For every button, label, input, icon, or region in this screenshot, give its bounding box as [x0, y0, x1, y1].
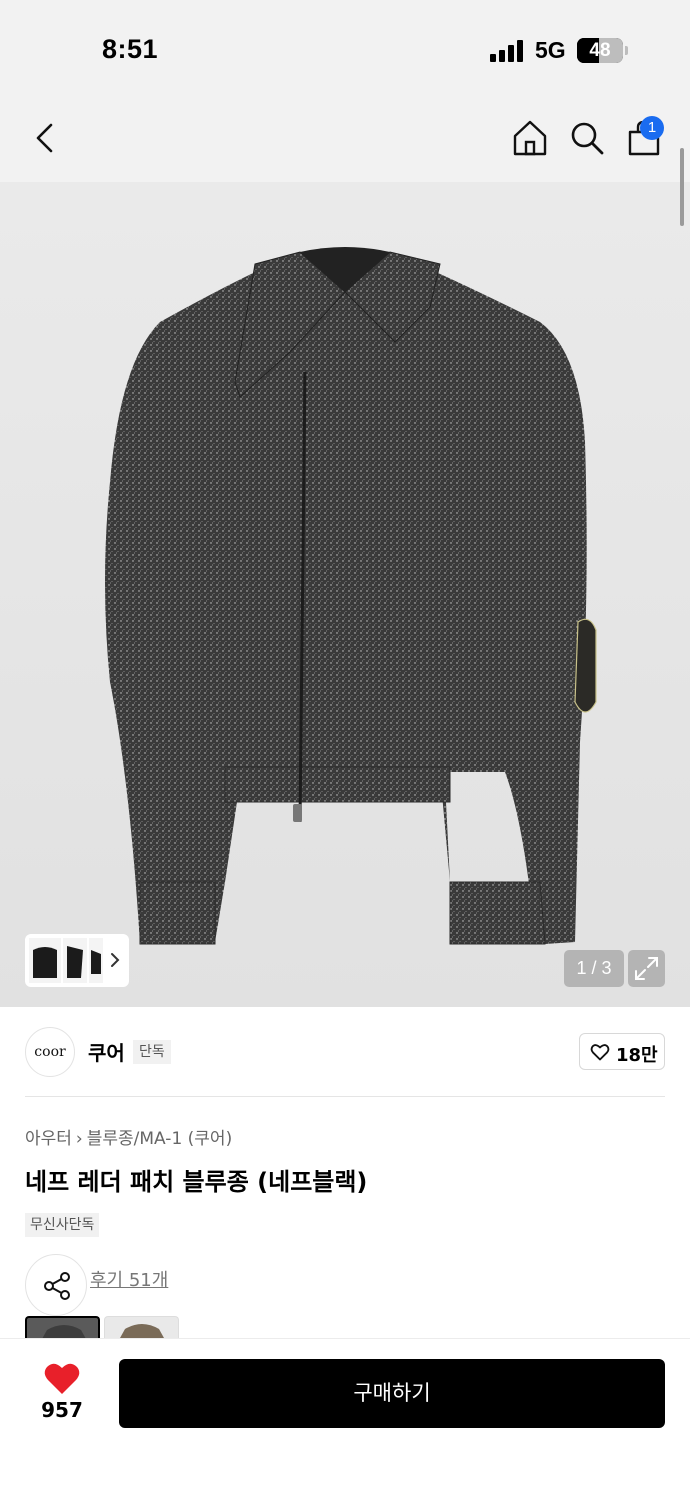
heart-outline-icon	[590, 1044, 610, 1061]
exclusive-badge: 무신사단독	[25, 1213, 100, 1237]
review-link[interactable]: 후기 51개	[90, 1266, 168, 1292]
share-icon	[44, 1272, 70, 1300]
wishlist-count: 957	[41, 1398, 83, 1422]
breadcrumb-subcategory[interactable]: 블루종/MA-1 (쿠어)	[87, 1129, 232, 1149]
divider	[25, 1096, 665, 1097]
buy-button[interactable]: 구매하기	[119, 1359, 665, 1428]
brand-like-count: 18만	[616, 1045, 658, 1066]
exclusive-tag: 단독	[133, 1040, 171, 1064]
battery-nub	[625, 46, 628, 55]
breadcrumb: 아우터 › 블루종/MA-1 (쿠어)	[25, 1124, 232, 1149]
status-time: 8:51	[102, 34, 159, 64]
signal-icon	[490, 40, 524, 62]
heart-icon	[44, 1363, 80, 1394]
gallery-page-indicator: 1 / 3	[564, 950, 624, 987]
back-icon[interactable]	[26, 118, 66, 158]
brand-name[interactable]: 쿠어	[88, 1037, 125, 1066]
scrollbar[interactable]	[680, 148, 684, 226]
expand-icon[interactable]	[628, 950, 665, 987]
battery-icon: 48	[577, 38, 623, 63]
status-bar: 8:51 5G 48	[0, 0, 690, 100]
network-type: 5G	[535, 37, 566, 63]
product-title: 네프 레더 패치 블루종 (네프블랙)	[25, 1168, 368, 1196]
product-image[interactable]	[0, 182, 690, 1007]
brand-like-button[interactable]: 18만	[579, 1033, 665, 1070]
home-icon[interactable]	[510, 118, 550, 158]
cart-count-badge: 1	[640, 116, 664, 140]
search-icon[interactable]	[567, 118, 607, 158]
chevron-right-icon: ›	[75, 1129, 83, 1149]
breadcrumb-category[interactable]: 아우터	[25, 1129, 72, 1149]
thumbnail-strip[interactable]	[25, 934, 129, 987]
share-button[interactable]	[25, 1254, 87, 1316]
battery-level: 48	[589, 40, 611, 61]
brand-logo[interactable]: coor	[25, 1027, 75, 1077]
